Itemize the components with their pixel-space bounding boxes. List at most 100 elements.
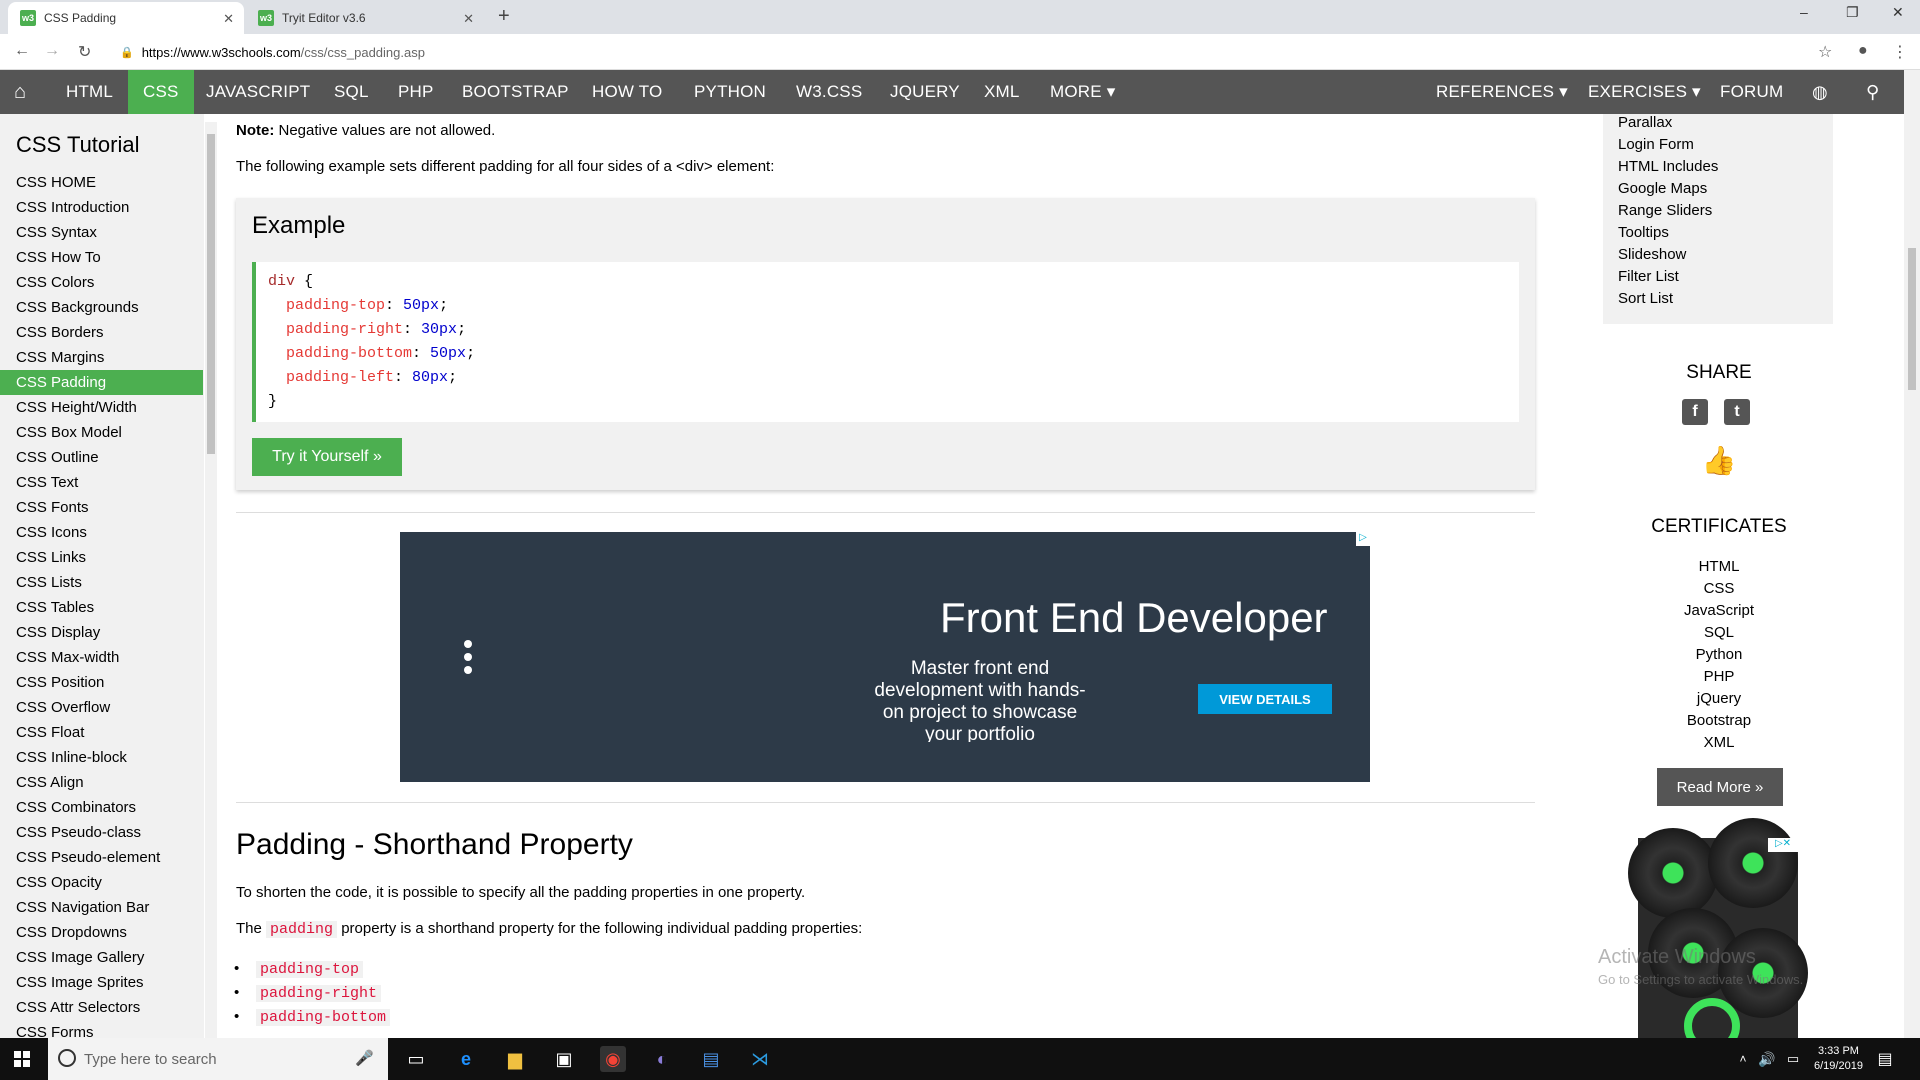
globe-icon[interactable]: ◍ — [1812, 70, 1828, 114]
sidebar-item-css-padding[interactable]: CSS Padding — [0, 370, 203, 395]
sidebar-item-css-links[interactable]: CSS Links — [0, 545, 203, 570]
tab-tryit-editor[interactable]: w3 Tryit Editor v3.6 ✕ — [246, 2, 484, 34]
nav-html[interactable]: HTML — [52, 70, 127, 114]
nav-forum[interactable]: FORUM — [1706, 70, 1797, 114]
nav-jquery[interactable]: JQUERY — [876, 70, 974, 114]
sidebar-item-css-borders[interactable]: CSS Borders — [0, 320, 203, 345]
windows-start-icon[interactable] — [14, 1051, 30, 1067]
back-arrow-icon[interactable]: ← — [14, 42, 30, 60]
sidebar-item-css-opacity[interactable]: CSS Opacity — [0, 870, 203, 895]
certificate-link[interactable]: jQuery — [1560, 690, 1878, 707]
maximize-button[interactable]: ❐ — [1846, 4, 1859, 21]
howto-link[interactable]: Google Maps — [1618, 180, 1707, 197]
twitter-icon[interactable]: t — [1724, 399, 1750, 425]
sidebar-item-css-float[interactable]: CSS Float — [0, 720, 203, 745]
close-window-button[interactable]: ✕ — [1892, 4, 1904, 21]
sidebar-item-css-box-model[interactable]: CSS Box Model — [0, 420, 203, 445]
sidebar-item-css-navigation-bar[interactable]: CSS Navigation Bar — [0, 895, 203, 920]
view-details-button[interactable]: VIEW DETAILS — [1198, 684, 1332, 714]
nav-css[interactable]: CSS — [128, 70, 194, 114]
sidebar-item-css-pseudo-class[interactable]: CSS Pseudo-class — [0, 820, 203, 845]
ad-banner[interactable]: Front End Developer Master front end dev… — [400, 532, 1370, 782]
sidebar-item-css-fonts[interactable]: CSS Fonts — [0, 495, 203, 520]
sidebar-item-css-how-to[interactable]: CSS How To — [0, 245, 203, 270]
sidebar-item-css-dropdowns[interactable]: CSS Dropdowns — [0, 920, 203, 945]
howto-link[interactable]: Tooltips — [1618, 224, 1669, 241]
search-icon[interactable]: ⚲ — [1866, 70, 1879, 114]
nav-how-to[interactable]: HOW TO — [578, 70, 676, 114]
volume-icon[interactable]: 🔊 — [1754, 1046, 1780, 1072]
menu-kebab-icon[interactable]: ⋮ — [1892, 42, 1908, 62]
minimize-button[interactable]: – — [1800, 4, 1808, 20]
certificate-link[interactable]: XML — [1560, 734, 1878, 751]
sidebar-item-css-height-width[interactable]: CSS Height/Width — [0, 395, 203, 420]
certificate-link[interactable]: JavaScript — [1560, 602, 1878, 619]
nav-exercises-dropdown[interactable]: EXERCISES ▾ — [1574, 70, 1715, 114]
page-scrollbar[interactable] — [1904, 70, 1920, 1038]
try-it-yourself-button[interactable]: Try it Yourself » — [252, 438, 402, 476]
side-ad[interactable]: ▷✕ — [1628, 818, 1808, 1038]
certificate-link[interactable]: Bootstrap — [1560, 712, 1878, 729]
page-scrollbar-thumb[interactable] — [1908, 248, 1916, 390]
sidebar-item-css-max-width[interactable]: CSS Max-width — [0, 645, 203, 670]
certificate-link[interactable]: HTML — [1560, 558, 1878, 575]
howto-link[interactable]: Filter List — [1618, 268, 1679, 285]
notepad-icon[interactable]: ▤ — [698, 1046, 724, 1072]
system-clock[interactable]: 3:33 PM 6/19/2019 — [1814, 1044, 1863, 1074]
adchoices-icon[interactable]: ▷ — [1356, 532, 1370, 546]
nav-php[interactable]: PHP — [384, 70, 448, 114]
sidebar-item-css-outline[interactable]: CSS Outline — [0, 445, 203, 470]
vscode-icon[interactable]: ⋊ — [747, 1046, 773, 1072]
close-tab-icon[interactable]: ✕ — [223, 11, 234, 27]
tray-chevron-icon[interactable]: ˄ — [1730, 1046, 1756, 1072]
sidebar-item-css-home[interactable]: CSS HOME — [0, 170, 203, 195]
eclipse-icon[interactable]: ◐ — [649, 1046, 675, 1072]
read-more-button[interactable]: Read More » — [1657, 768, 1783, 806]
url-field[interactable]: 🔒 https://www.w3schools.com /css/css_pad… — [120, 40, 1820, 64]
sidebar-item-css-align[interactable]: CSS Align — [0, 770, 203, 795]
nav-python[interactable]: PYTHON — [680, 70, 780, 114]
sidebar-item-css-syntax[interactable]: CSS Syntax — [0, 220, 203, 245]
store-icon[interactable]: ▣ — [551, 1046, 577, 1072]
howto-link[interactable]: Range Sliders — [1618, 202, 1712, 219]
sidebar-item-css-tables[interactable]: CSS Tables — [0, 595, 203, 620]
sidebar-item-css-image-gallery[interactable]: CSS Image Gallery — [0, 945, 203, 970]
howto-link[interactable]: HTML Includes — [1618, 158, 1718, 175]
howto-link[interactable]: Sort List — [1618, 290, 1673, 307]
notifications-icon[interactable]: ▤ — [1872, 1046, 1898, 1072]
new-tab-button[interactable]: + — [498, 5, 510, 28]
sidebar-item-css-inline-block[interactable]: CSS Inline-block — [0, 745, 203, 770]
sidebar-item-css-position[interactable]: CSS Position — [0, 670, 203, 695]
sidebar-item-css-display[interactable]: CSS Display — [0, 620, 203, 645]
ad-close-icon[interactable]: ▷✕ — [1768, 838, 1798, 852]
facebook-icon[interactable]: f — [1682, 399, 1708, 425]
forward-arrow-icon[interactable]: → — [44, 42, 60, 60]
sidebar-item-css-pseudo-element[interactable]: CSS Pseudo-element — [0, 845, 203, 870]
sidebar-scrollbar-thumb[interactable] — [207, 134, 215, 454]
sidebar-item-css-backgrounds[interactable]: CSS Backgrounds — [0, 295, 203, 320]
sidebar-item-css-forms[interactable]: CSS Forms — [0, 1020, 203, 1038]
nav-references-dropdown[interactable]: REFERENCES ▾ — [1422, 70, 1582, 114]
home-icon[interactable]: ⌂ — [14, 70, 26, 114]
nav-bootstrap[interactable]: BOOTSTRAP — [448, 70, 583, 114]
file-explorer-icon[interactable]: ▆ — [502, 1046, 528, 1072]
sidebar-item-css-colors[interactable]: CSS Colors — [0, 270, 203, 295]
nav-w3css[interactable]: W3.CSS — [782, 70, 876, 114]
sidebar-item-css-text[interactable]: CSS Text — [0, 470, 203, 495]
nav-sql[interactable]: SQL — [320, 70, 383, 114]
bookmark-star-icon[interactable]: ☆ — [1818, 42, 1832, 62]
nav-javascript[interactable]: JAVASCRIPT — [192, 70, 324, 114]
thumbs-up-icon[interactable]: 👍 — [1560, 444, 1878, 477]
certificate-link[interactable]: CSS — [1560, 580, 1878, 597]
sidebar-item-css-margins[interactable]: CSS Margins — [0, 345, 203, 370]
certificate-link[interactable]: Python — [1560, 646, 1878, 663]
sidebar-item-css-overflow[interactable]: CSS Overflow — [0, 695, 203, 720]
profile-icon[interactable]: ● — [1858, 42, 1868, 60]
sidebar-item-css-attr-selectors[interactable]: CSS Attr Selectors — [0, 995, 203, 1020]
taskbar-search-input[interactable]: Type here to search 🎤 — [48, 1038, 388, 1080]
sidebar-item-css-lists[interactable]: CSS Lists — [0, 570, 203, 595]
tab-css-padding[interactable]: w3 CSS Padding ✕ — [8, 2, 244, 34]
howto-link[interactable]: Login Form — [1618, 136, 1694, 153]
sidebar-item-css-image-sprites[interactable]: CSS Image Sprites — [0, 970, 203, 995]
network-icon[interactable]: ▭ — [1780, 1046, 1806, 1072]
